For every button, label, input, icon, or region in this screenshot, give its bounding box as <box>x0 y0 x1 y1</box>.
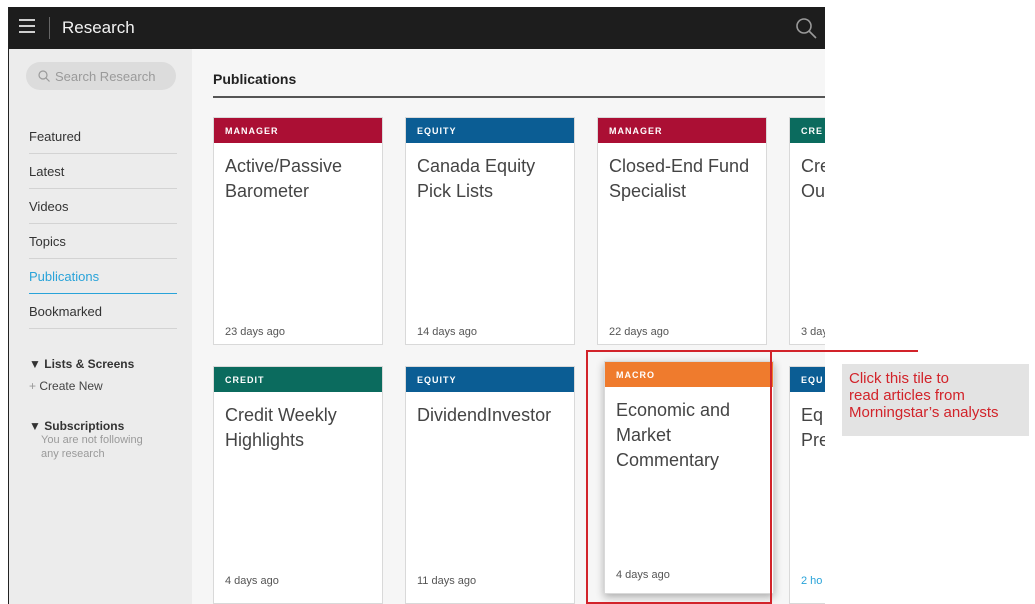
triangle-down-icon: ▼ <box>29 419 41 433</box>
publication-tile-canada-equity-pick-lists[interactable]: EQUITY Canada Equity Pick Lists 14 days … <box>405 117 575 345</box>
callout-connector-line <box>772 350 918 352</box>
callout-box: Click this tile to read articles from Mo… <box>842 364 1029 436</box>
sidebar-item-featured[interactable]: Featured <box>29 119 177 154</box>
lists-screens-heading[interactable]: ▼ Lists & Screens <box>29 357 134 371</box>
callout-text-line: Click this tile to <box>849 370 950 387</box>
tile-title: Active/Passive Barometer <box>225 154 375 204</box>
tile-title: DividendInvestor <box>417 403 567 428</box>
plus-icon: + <box>29 379 37 393</box>
subscriptions-section: ▼ Subscriptions You are not following an… <box>29 419 143 461</box>
tile-age: 11 days ago <box>417 575 477 587</box>
title-divider <box>213 96 825 98</box>
subscriptions-heading[interactable]: ▼ Subscriptions <box>29 419 143 433</box>
page-title: Publications <box>213 71 297 87</box>
tile-title-line: Barometer <box>225 181 310 201</box>
callout-highlight-frame <box>586 350 772 604</box>
tile-title: Eq Pre <box>801 403 825 453</box>
tile-age: 3 day <box>801 326 825 338</box>
sidebar-item-bookmarked[interactable]: Bookmarked <box>29 294 177 329</box>
tile-title: Canada Equity Pick Lists <box>417 154 567 204</box>
tile-title-line: Closed-End Fund <box>609 156 750 176</box>
sidebar-item-videos[interactable]: Videos <box>29 189 177 224</box>
tile-title: Credit Weekly Highlights <box>225 403 375 453</box>
tile-age: 2 ho <box>801 575 823 587</box>
subscriptions-empty-line1: You are not following <box>41 434 143 446</box>
tile-title: Cre Ou <box>801 154 825 204</box>
sidebar-nav: Featured Latest Videos Topics Publicatio… <box>29 119 177 329</box>
callout-text-line: read articles from <box>849 387 965 404</box>
publication-tile-dividendinvestor[interactable]: EQUITY DividendInvestor 11 days ago <box>405 366 575 604</box>
sidebar: Search Research Featured Latest Videos T… <box>9 49 192 604</box>
publication-tile-credit-weekly-highlights[interactable]: CREDIT Credit Weekly Highlights 4 days a… <box>213 366 383 604</box>
tile-title-line: Cre <box>801 156 825 176</box>
subscriptions-empty-line2: any research <box>41 448 105 460</box>
tile-title-line: Active/Passive <box>225 156 343 176</box>
tile-title-line: Pre <box>801 430 825 450</box>
tile-title-line: Highlights <box>225 430 305 450</box>
tile-category-band: CREDIT <box>214 367 382 392</box>
lists-screens-section: ▼ Lists & Screens + Create New <box>29 357 134 393</box>
search-icon <box>38 70 50 82</box>
tile-title-line: Ou <box>801 181 825 201</box>
search-research-input[interactable]: Search Research <box>26 62 176 90</box>
triangle-down-icon: ▼ <box>29 357 41 371</box>
create-new-link[interactable]: + Create New <box>29 379 134 393</box>
tile-category-band: EQUITY <box>406 367 574 392</box>
create-new-label: Create New <box>39 379 103 393</box>
tile-title-line: Specialist <box>609 181 687 201</box>
tile-title: Closed-End Fund Specialist <box>609 154 759 204</box>
publication-tile-active-passive-barometer[interactable]: MANAGER Active/Passive Barometer 23 days… <box>213 117 383 345</box>
app-title: Research <box>62 18 135 37</box>
tile-category-band: MANAGER <box>214 118 382 143</box>
tile-category-band: MANAGER <box>598 118 766 143</box>
sidebar-item-latest[interactable]: Latest <box>29 154 177 189</box>
top-bar: Research <box>9 7 825 49</box>
tile-title-line: Canada Equity <box>417 156 536 176</box>
tile-title-line: Credit Weekly <box>225 405 337 425</box>
callout-text-line: Morningstar’s analysts <box>849 404 999 421</box>
lists-screens-label: Lists & Screens <box>44 357 135 371</box>
tile-age: 14 days ago <box>417 326 477 338</box>
subscriptions-label: Subscriptions <box>44 419 125 433</box>
tile-title-line: Eq <box>801 405 824 425</box>
tile-age: 22 days ago <box>609 326 669 338</box>
sidebar-item-publications[interactable]: Publications <box>29 259 177 294</box>
publication-tile-equity-preview[interactable]: EQU Eq Pre 2 ho <box>789 366 825 604</box>
tile-category-band: CRE <box>790 118 825 143</box>
hamburger-menu-icon[interactable] <box>19 19 35 33</box>
tile-age: 4 days ago <box>225 575 279 587</box>
search-icon[interactable] <box>794 16 818 40</box>
publication-tile-credit-outlook[interactable]: CRE Cre Ou 3 day <box>789 117 825 345</box>
publication-tile-closed-end-fund-specialist[interactable]: MANAGER Closed-End Fund Specialist 22 da… <box>597 117 767 345</box>
search-placeholder: Search Research <box>55 68 156 84</box>
tile-title-line: Pick Lists <box>417 181 494 201</box>
divider <box>49 17 50 39</box>
tile-age: 23 days ago <box>225 326 285 338</box>
sidebar-item-topics[interactable]: Topics <box>29 224 177 259</box>
tile-category-band: EQUITY <box>406 118 574 143</box>
tile-title-line: DividendInvestor <box>417 405 552 425</box>
tile-category-band: EQU <box>790 367 825 392</box>
